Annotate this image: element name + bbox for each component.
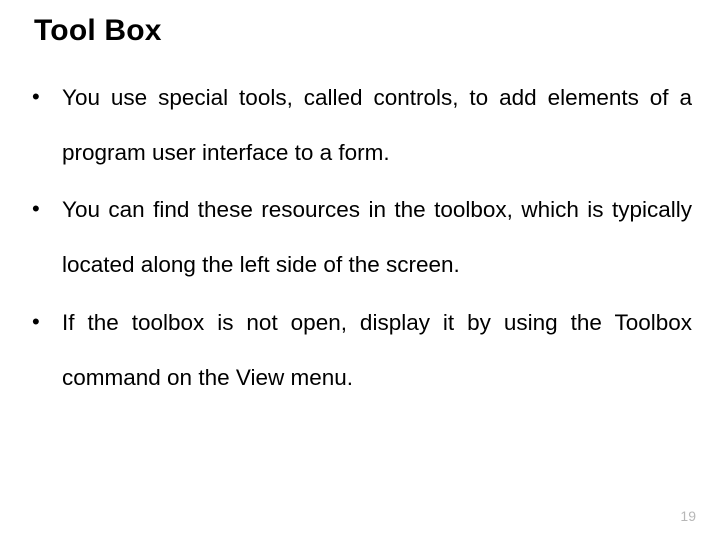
list-item: You use special tools, called controls, … (28, 70, 692, 180)
list-item: You can find these resources in the tool… (28, 182, 692, 292)
page-number: 19 (680, 508, 696, 524)
bullet-list: You use special tools, called controls, … (28, 70, 692, 405)
page-title: Tool Box (34, 14, 692, 48)
slide: Tool Box You use special tools, called c… (0, 0, 720, 540)
list-item: If the toolbox is not open, display it b… (28, 295, 692, 405)
